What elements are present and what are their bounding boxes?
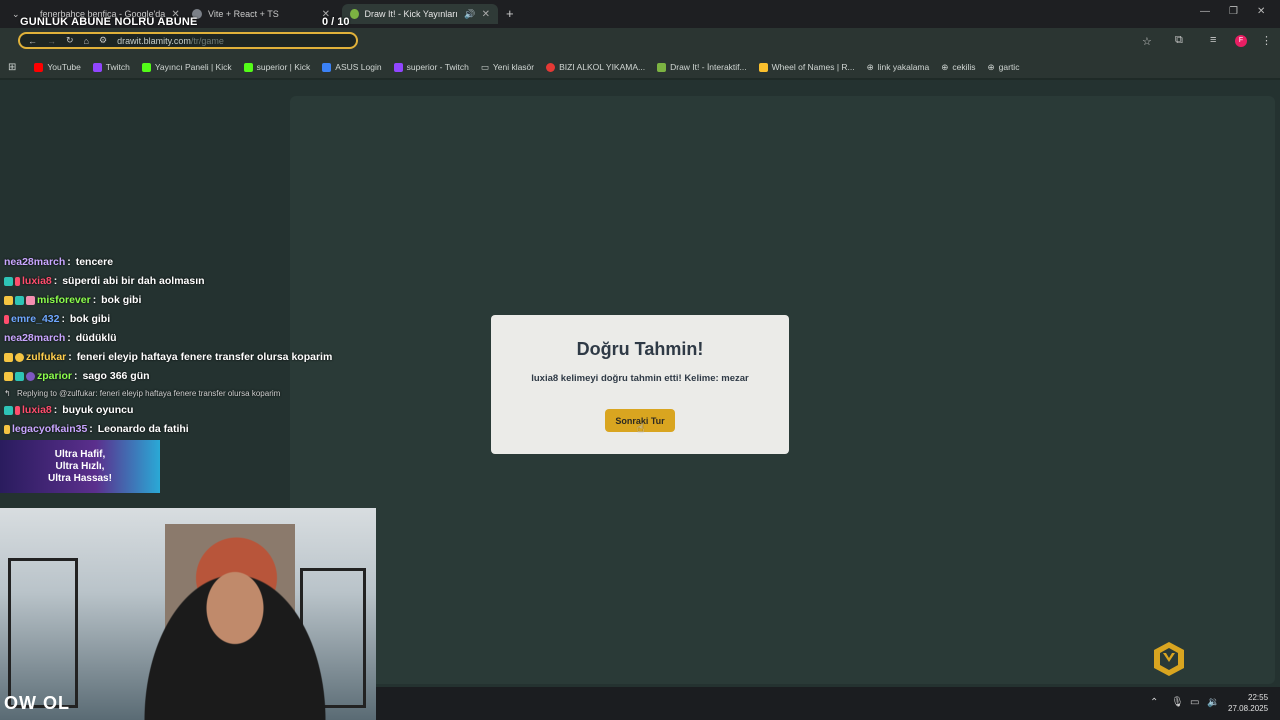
globe-icon: ⊕	[866, 61, 874, 72]
kick-icon	[141, 62, 151, 72]
bookmark-link[interactable]: ⊕ link yakalama	[867, 62, 930, 73]
profile-avatar[interactable]: F	[1235, 35, 1247, 47]
kick-icon	[243, 62, 253, 72]
plus-icon[interactable]: +	[506, 6, 514, 21]
monitor-icon[interactable]: ▭	[1190, 697, 1199, 708]
gift-badge-icon	[26, 295, 35, 305]
gift-badge-icon	[26, 371, 35, 381]
twitch-icon	[393, 62, 403, 72]
streamer	[140, 568, 330, 720]
bookmark-cekilis[interactable]: ⊕ cekilis	[941, 62, 975, 73]
chat-message: misforever: bok gibi	[4, 294, 141, 306]
windows-taskbar	[376, 687, 1280, 720]
bookmark-folder[interactable]: ▭ Yeni klasör	[481, 62, 534, 73]
shelf	[8, 558, 78, 708]
chat-message: luxia8: süperdi abi bir dah aolmasın	[4, 275, 205, 287]
url-path: /tr/game	[190, 35, 224, 46]
webcam-feed: OW OL	[0, 508, 376, 720]
restore-icon[interactable]: ❐	[1229, 6, 1238, 17]
sub-badge-icon	[4, 405, 13, 415]
home-icon[interactable]: ⌂	[84, 36, 89, 46]
gift-badge-icon	[15, 405, 20, 415]
chat-reply-context: ↰ Replying to @zulfukar: feneri eleyip h…	[4, 389, 281, 398]
crown-badge-icon	[4, 424, 10, 434]
wheel-icon	[758, 62, 768, 72]
star-icon[interactable]: ☆	[1142, 35, 1152, 48]
twitch-icon	[92, 62, 102, 72]
dialog-title: Doğru Tahmin!	[576, 339, 704, 359]
globe-icon: ⊕	[987, 61, 995, 72]
address-bar[interactable]: ← → ↻ ⌂ ⚙ drawit.blamity.com/tr/game	[18, 32, 358, 49]
back-icon[interactable]: ←	[28, 36, 37, 46]
sponsor-ad-banner: Ultra Hafif, Ultra Hızlı, Ultra Hassas!	[0, 440, 160, 493]
chat-message: nea28march: düdüklü	[4, 332, 117, 344]
speaker-icon[interactable]: 🔊	[464, 9, 475, 20]
dialog-message: luxia8 kelimeyi doğru tahmin etti! Kelim…	[531, 373, 749, 384]
media-control-icon[interactable]: ≡	[1210, 34, 1216, 46]
tab-vite[interactable]: Vite + React + TS ✕	[184, 4, 338, 24]
bookmark-gartic[interactable]: ⊕ gartic	[988, 62, 1020, 73]
gift-badge-icon	[4, 314, 9, 324]
correct-guess-dialog: Doğru Tahmin! luxia8 kelimeyi doğru tahm…	[491, 315, 789, 454]
stream-overlay-title: GUNLUK ABUNE NOLRU ABUNE	[20, 16, 198, 28]
reddit-icon	[546, 62, 556, 72]
chat-message: legacyofkain35: Leonardo da fatihi	[4, 423, 189, 435]
asus-icon	[322, 62, 332, 72]
apps-grid-icon[interactable]: ⊞	[8, 62, 16, 73]
extensions-icon[interactable]: ⧉	[1175, 34, 1183, 47]
bookmark-drawit[interactable]: Draw It! - İnteraktif...	[657, 62, 747, 72]
crown-badge-icon	[4, 352, 13, 362]
sub-badge-icon	[15, 371, 24, 381]
chat-message: nea28march: tencere	[4, 256, 114, 268]
close-icon[interactable]: ✕	[482, 9, 490, 20]
close-window-icon[interactable]: ✕	[1257, 6, 1265, 17]
chevron-down-icon: ⌄	[12, 8, 20, 19]
taskbar-clock[interactable]: 22:55 27.08.2025	[1228, 692, 1268, 714]
tab-title: Draw It! - Kick Yayınları İçin	[364, 9, 459, 19]
crown-badge-icon	[4, 371, 13, 381]
chevron-up-icon[interactable]: ⌃	[1150, 697, 1158, 708]
bookmark-superior-twitch[interactable]: superior - Twitch	[393, 62, 469, 72]
reload-icon[interactable]: ↻	[66, 35, 74, 46]
chat-message: emre_432: bok gibi	[4, 313, 110, 325]
sub-badge-icon	[15, 295, 24, 305]
reply-icon: ↰	[4, 389, 11, 398]
minimize-icon[interactable]: —	[1200, 6, 1210, 17]
chat-message: zulfukar: feneri eleyip haftaya fenere t…	[4, 351, 332, 363]
bookmark-kick-panel[interactable]: Yayıncı Paneli | Kick	[141, 62, 232, 72]
webcam-text: OW OL	[4, 693, 70, 713]
coin-badge-icon	[15, 352, 24, 362]
drawit-icon	[657, 62, 667, 72]
sub-badge-icon	[4, 276, 13, 286]
folder-icon: ▭	[480, 61, 489, 72]
crown-badge-icon	[4, 295, 13, 305]
streamer-logo-icon	[1154, 642, 1184, 676]
forward-icon[interactable]: →	[47, 36, 56, 46]
kebab-menu-icon[interactable]: ⋮	[1261, 34, 1272, 47]
globe-icon: ⊕	[941, 61, 949, 72]
chat-message: luxia8: buyuk oyuncu	[4, 404, 133, 416]
microphone-icon[interactable]: 🎙	[1171, 697, 1184, 708]
youtube-icon	[34, 62, 44, 72]
bookmark-superior-kick[interactable]: superior | Kick	[243, 62, 310, 72]
tab-title: Vite + React + TS	[208, 9, 279, 19]
tab-drawit[interactable]: Draw It! - Kick Yayınları İçin 🔊 ✕	[342, 4, 498, 24]
gift-badge-icon	[15, 276, 20, 286]
chat-message: zparior: sago 366 gün	[4, 370, 150, 382]
bookmark-asus[interactable]: ASUS Login	[322, 62, 382, 72]
bookmark-alkol[interactable]: BIZI ALKOL YIKAMA...	[546, 62, 645, 72]
stream-overlay-counter: 0 / 10	[322, 16, 350, 28]
bookmark-youtube[interactable]: YouTube	[34, 62, 81, 72]
site-info-icon[interactable]: ⚙	[99, 35, 107, 46]
drawit-icon	[350, 9, 359, 19]
bookmark-twitch[interactable]: Twitch	[92, 62, 130, 72]
bookmark-wheel[interactable]: Wheel of Names | R...	[758, 62, 855, 72]
cursor-hand-icon: ☝	[637, 421, 645, 435]
bookmarks-bar: ⊞ YouTube Twitch Yayıncı Paneli | Kick s…	[0, 56, 1280, 78]
url-host: drawit.blamity.com	[117, 35, 191, 46]
volume-icon[interactable]: 🔉	[1207, 697, 1219, 708]
